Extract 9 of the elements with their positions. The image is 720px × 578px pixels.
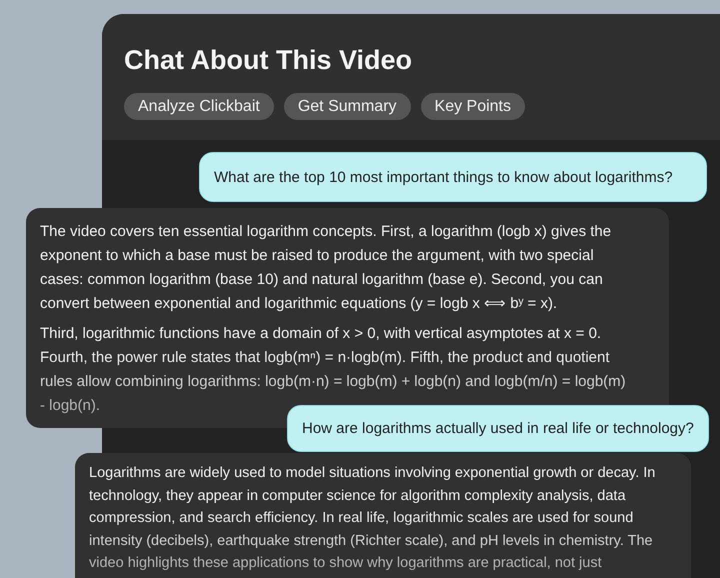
message-text: The video covers ten essential logarithm concepts. First, a logarithm (logb x) gives the exponent to which a base must be raised to produce the argument, with two special cases: common logarithm (base 10) and natural logarithm (base e). Second, you can convert between exponential and logarithmic equations (y = logb x ⟺ bʸ = x). <box>40 222 612 314</box>
chat-title: Chat About This Video <box>124 44 413 77</box>
action-chip[interactable]: Analyze Clickbait <box>124 93 274 120</box>
action-chip[interactable]: Key Points <box>420 93 525 120</box>
message-text: How are logarithms actually used in real life or technology? <box>302 420 694 437</box>
action-chip[interactable]: Get Summary <box>284 93 411 120</box>
message-text: Logarithms are widely used to model situations involving exponential growth or decay. In technology, they appear in computer science for algorithm complexity analysis, data compression, and search efficiency. In real life, logarithmic scales are used for sound intensity (decibels), earthquake strength (Richter scale), and pH levels in chemistry. The video highlights these applications to show why logarithms are practical, not just <box>89 464 656 573</box>
message-text: Third, logarithmic functions have a domain of x > 0, with vertical asymptotes at x = 0. Fourth, the power rule states that logb(mⁿ) = n·logb(m). Fifth, the product and quotient rules allow combining logarithms: logb(m·n) = logb(m) + logb(n) and logb(m/n) = logb(m) - logb(n). <box>40 324 627 416</box>
message-text: What are the top 10 most important things to know about logarithms? <box>214 168 673 186</box>
